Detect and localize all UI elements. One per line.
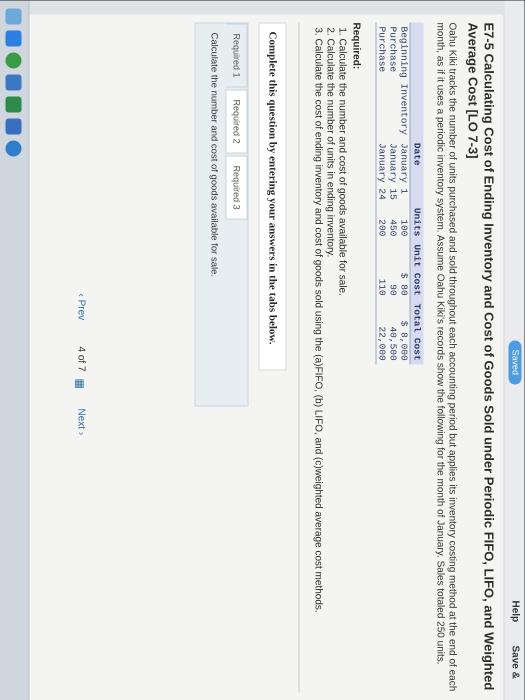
- help-link[interactable]: Help: [510, 601, 521, 623]
- complete-prompt: Complete this question by entering your …: [258, 22, 287, 371]
- table-cell: 450: [387, 219, 399, 237]
- table-cell: 110: [376, 240, 388, 300]
- table-cell: 90: [387, 284, 399, 296]
- tab-instruction: Calculate the number and cost of goods a…: [208, 32, 220, 278]
- app-icon[interactable]: [5, 118, 22, 135]
- tab-required-3[interactable]: Required 3: [225, 155, 248, 220]
- question-intro: Oahu Kiki tracks the number of units pur…: [434, 22, 458, 692]
- table-cell: 22,000: [376, 299, 388, 365]
- save-exit-button[interactable]: Save &: [510, 646, 521, 679]
- table-cell: Purchase: [387, 26, 399, 73]
- table-cell: Beginning Inventory: [398, 26, 410, 135]
- required-list: Calculate the number and cost of goods a…: [312, 23, 348, 693]
- next-label: Next: [75, 408, 87, 430]
- photo-frame: Saved Help Save & E7-5 Calculating Cost …: [0, 0, 525, 700]
- table-cell: 40,500: [387, 326, 399, 361]
- inventory-table: Date Units Unit Cost Total Cost Beginnin…: [376, 22, 424, 365]
- word-icon[interactable]: [5, 74, 22, 91]
- question-content: E7-5 Calculating Cost of Ending Inventor…: [194, 22, 497, 693]
- saved-badge: Saved: [508, 340, 522, 385]
- next-button[interactable]: Next ›: [76, 409, 87, 436]
- excel-icon[interactable]: [5, 96, 22, 113]
- table-header: Unit Cost: [410, 240, 424, 300]
- table-cell: 200: [376, 203, 388, 241]
- chevron-left-icon: ‹: [75, 293, 87, 297]
- grid-icon[interactable]: ▦: [74, 379, 87, 389]
- top-bar: Saved Help Save &: [503, 0, 525, 700]
- table-cell: 100: [398, 219, 410, 237]
- table-header: [410, 22, 424, 139]
- answer-panel: Required 1 Required 2 Required 3 Calcula…: [194, 22, 249, 407]
- tab-required-2[interactable]: Required 2: [225, 89, 248, 154]
- table-header: Total Cost: [410, 299, 424, 365]
- table-cell: January 15: [387, 142, 399, 200]
- table-header-row: Date Units Unit Cost Total Cost: [410, 22, 424, 365]
- required-item: Calculate the number and cost of goods a…: [336, 39, 348, 693]
- table-row: Purchase January 15 450 90 40,500: [388, 23, 399, 365]
- internet-explorer-icon[interactable]: [5, 140, 22, 157]
- table-header: Units: [410, 203, 424, 241]
- required-heading: Required:: [350, 22, 362, 70]
- table-cell: Purchase: [376, 22, 388, 139]
- tab-strip: Required 1 Required 2 Required 3: [225, 23, 248, 222]
- required-item: Calculate the cost of ending inventory a…: [312, 39, 324, 693]
- chevron-right-icon: ›: [75, 431, 87, 436]
- table-header: Date: [410, 138, 424, 204]
- tab-required-1[interactable]: Required 1: [225, 23, 248, 88]
- page-indicator: 4 of 7: [75, 346, 87, 372]
- chrome-icon[interactable]: [5, 52, 22, 69]
- finder-icon[interactable]: [5, 8, 22, 25]
- prev-label: Prev: [75, 299, 87, 321]
- table-cell: $ 8,000: [398, 320, 410, 361]
- required-item: Calculate the number of units in ending …: [324, 39, 336, 693]
- app-icon[interactable]: [5, 30, 22, 47]
- table-row: Purchase January 24 200 110 22,000: [376, 22, 388, 365]
- question-navigation: ‹ Prev 4 of 7 ▦ Next ›: [70, 1, 90, 700]
- table-cell: $ 80: [398, 272, 410, 296]
- screen: Saved Help Save & E7-5 Calculating Cost …: [0, 0, 525, 700]
- table-row: Beginning Inventory January 1 100 $ 80 $…: [399, 23, 411, 365]
- question-title: E7-5 Calculating Cost of Ending Inventor…: [465, 22, 497, 691]
- table-cell: January 1: [398, 142, 410, 195]
- divider: [298, 22, 300, 693]
- taskbar: [0, 0, 30, 700]
- prev-button[interactable]: ‹ Prev: [76, 294, 87, 321]
- table-cell: January 24: [376, 138, 388, 204]
